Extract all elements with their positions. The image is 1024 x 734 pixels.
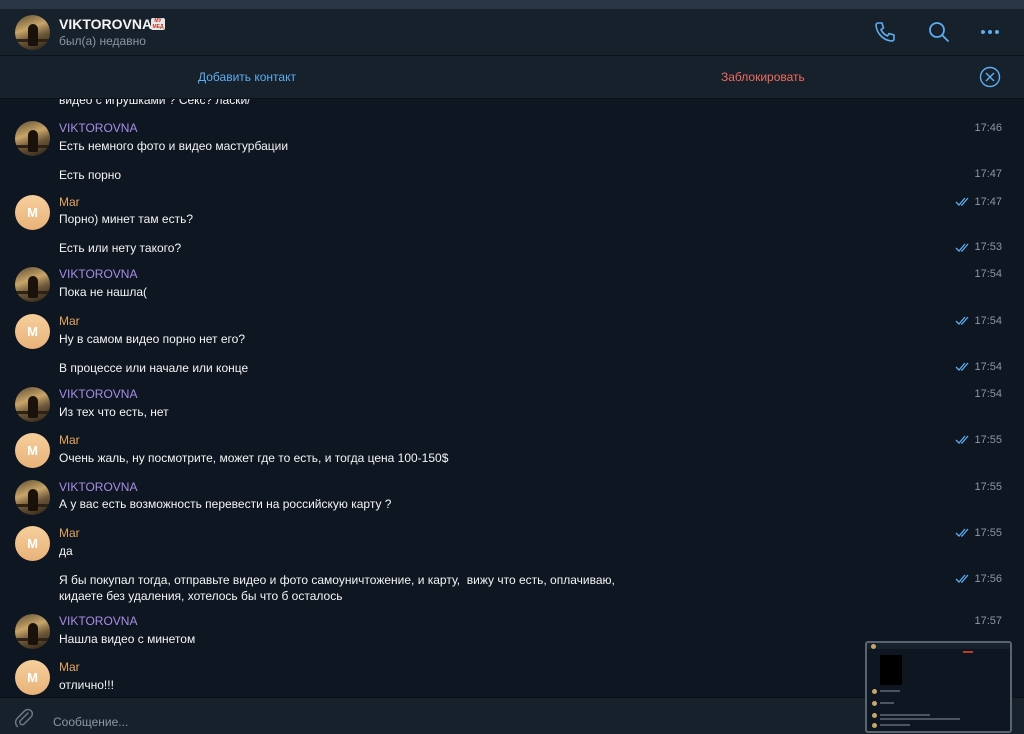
message-text: Есть или нету такого? — [59, 241, 182, 255]
sender-avatar[interactable]: M — [15, 433, 50, 468]
sender-avatar[interactable] — [15, 267, 50, 302]
message-text: Нашла видео с минетом — [59, 632, 196, 646]
add-contact-button[interactable]: Добавить контакт — [198, 70, 296, 84]
message-text: отлично!!! — [59, 678, 114, 692]
message-time: 17:55 — [974, 527, 1002, 539]
screenshot-preview-thumbnail[interactable] — [865, 641, 1012, 733]
message-time: 17:55 — [974, 434, 1002, 446]
message-sender[interactable]: VIKTOROVNA — [59, 387, 137, 401]
sender-avatar[interactable] — [15, 121, 50, 156]
read-checkmarks-icon — [955, 435, 969, 444]
message-text: Пока не нашла( — [59, 285, 148, 299]
message-text: Очень жаль, ну посмотрите, может где то … — [59, 451, 449, 465]
message-sender[interactable]: Mar — [59, 433, 80, 447]
read-checkmarks-icon — [955, 362, 969, 371]
message-time: 17:47 — [974, 196, 1002, 208]
search-icon[interactable] — [927, 20, 951, 44]
message-sender[interactable]: VIKTOROVNA — [59, 480, 137, 494]
message-time: 17:57 — [974, 615, 1002, 627]
message-list[interactable]: видео с игрушками ? Секс? ласки/ VIKTORO… — [0, 99, 1024, 696]
message-text: В процессе или начале или конце — [59, 361, 249, 375]
close-icon[interactable] — [979, 66, 1001, 88]
window-top-strip — [0, 0, 1024, 9]
read-checkmarks-icon — [955, 574, 969, 583]
message-text: Я бы покупал тогда, отправьте видео и фо… — [59, 573, 615, 603]
read-checkmarks-icon — [955, 528, 969, 537]
contact-status: был(а) недавно — [59, 34, 146, 48]
read-checkmarks-icon — [955, 243, 969, 252]
message-time: 17:54 — [974, 361, 1002, 373]
sender-avatar[interactable] — [15, 614, 50, 649]
message-time: 17:54 — [974, 315, 1002, 327]
sender-avatar[interactable]: M — [15, 314, 50, 349]
phone-icon[interactable] — [873, 20, 897, 44]
message-text: Порно) минет там есть? — [59, 212, 194, 226]
message-sender[interactable]: Mar — [59, 314, 80, 328]
message-text: А у вас есть возможность перевести на ро… — [59, 497, 392, 511]
message-sender[interactable]: Mar — [59, 660, 80, 674]
read-checkmarks-icon — [955, 197, 969, 206]
message-sender[interactable]: Mar — [59, 195, 80, 209]
message-text: да — [59, 544, 73, 558]
message-time: 17:54 — [974, 268, 1002, 280]
sender-avatar[interactable] — [15, 387, 50, 422]
message-text: Ну в самом видео порно нет его? — [59, 332, 245, 346]
sender-avatar[interactable]: M — [15, 660, 50, 695]
message-sender[interactable]: VIKTOROVNA — [59, 121, 137, 135]
message-input[interactable]: Сообщение... — [53, 715, 128, 729]
chat-header: VIKTOROVNA МУ МЕД был(а) недавно — [0, 9, 1024, 56]
message-time: 17:54 — [974, 388, 1002, 400]
message-text: Есть порно — [59, 168, 122, 182]
message-sender[interactable]: VIKTOROVNA — [59, 614, 137, 628]
read-checkmarks-icon — [955, 316, 969, 325]
more-icon[interactable] — [978, 20, 1002, 44]
message-text: Из тех что есть, нет — [59, 405, 169, 419]
message-sender[interactable]: VIKTOROVNA — [59, 267, 137, 281]
contact-avatar[interactable] — [15, 15, 50, 50]
sender-avatar[interactable]: M — [15, 526, 50, 561]
badge-icon: МУ МЕД — [151, 18, 165, 30]
sender-avatar[interactable] — [15, 480, 50, 515]
sender-avatar[interactable]: M — [15, 195, 50, 230]
message-time: 17:55 — [974, 481, 1002, 493]
contact-action-bar: Добавить контакт Заблокировать — [0, 56, 1024, 99]
block-button[interactable]: Заблокировать — [721, 70, 805, 84]
contact-name[interactable]: VIKTOROVNA — [59, 16, 152, 32]
message-sender[interactable]: Mar — [59, 526, 80, 540]
message-time: 17:47 — [974, 168, 1002, 180]
message-text: видео с игрушками ? Секс? ласки/ — [59, 99, 251, 107]
paperclip-icon[interactable] — [13, 707, 35, 729]
message-text: Есть немного фото и видео мастурбации — [59, 139, 289, 153]
message-time: 17:53 — [974, 241, 1002, 253]
message-time: 17:56 — [974, 573, 1002, 585]
message-time: 17:46 — [974, 122, 1002, 134]
